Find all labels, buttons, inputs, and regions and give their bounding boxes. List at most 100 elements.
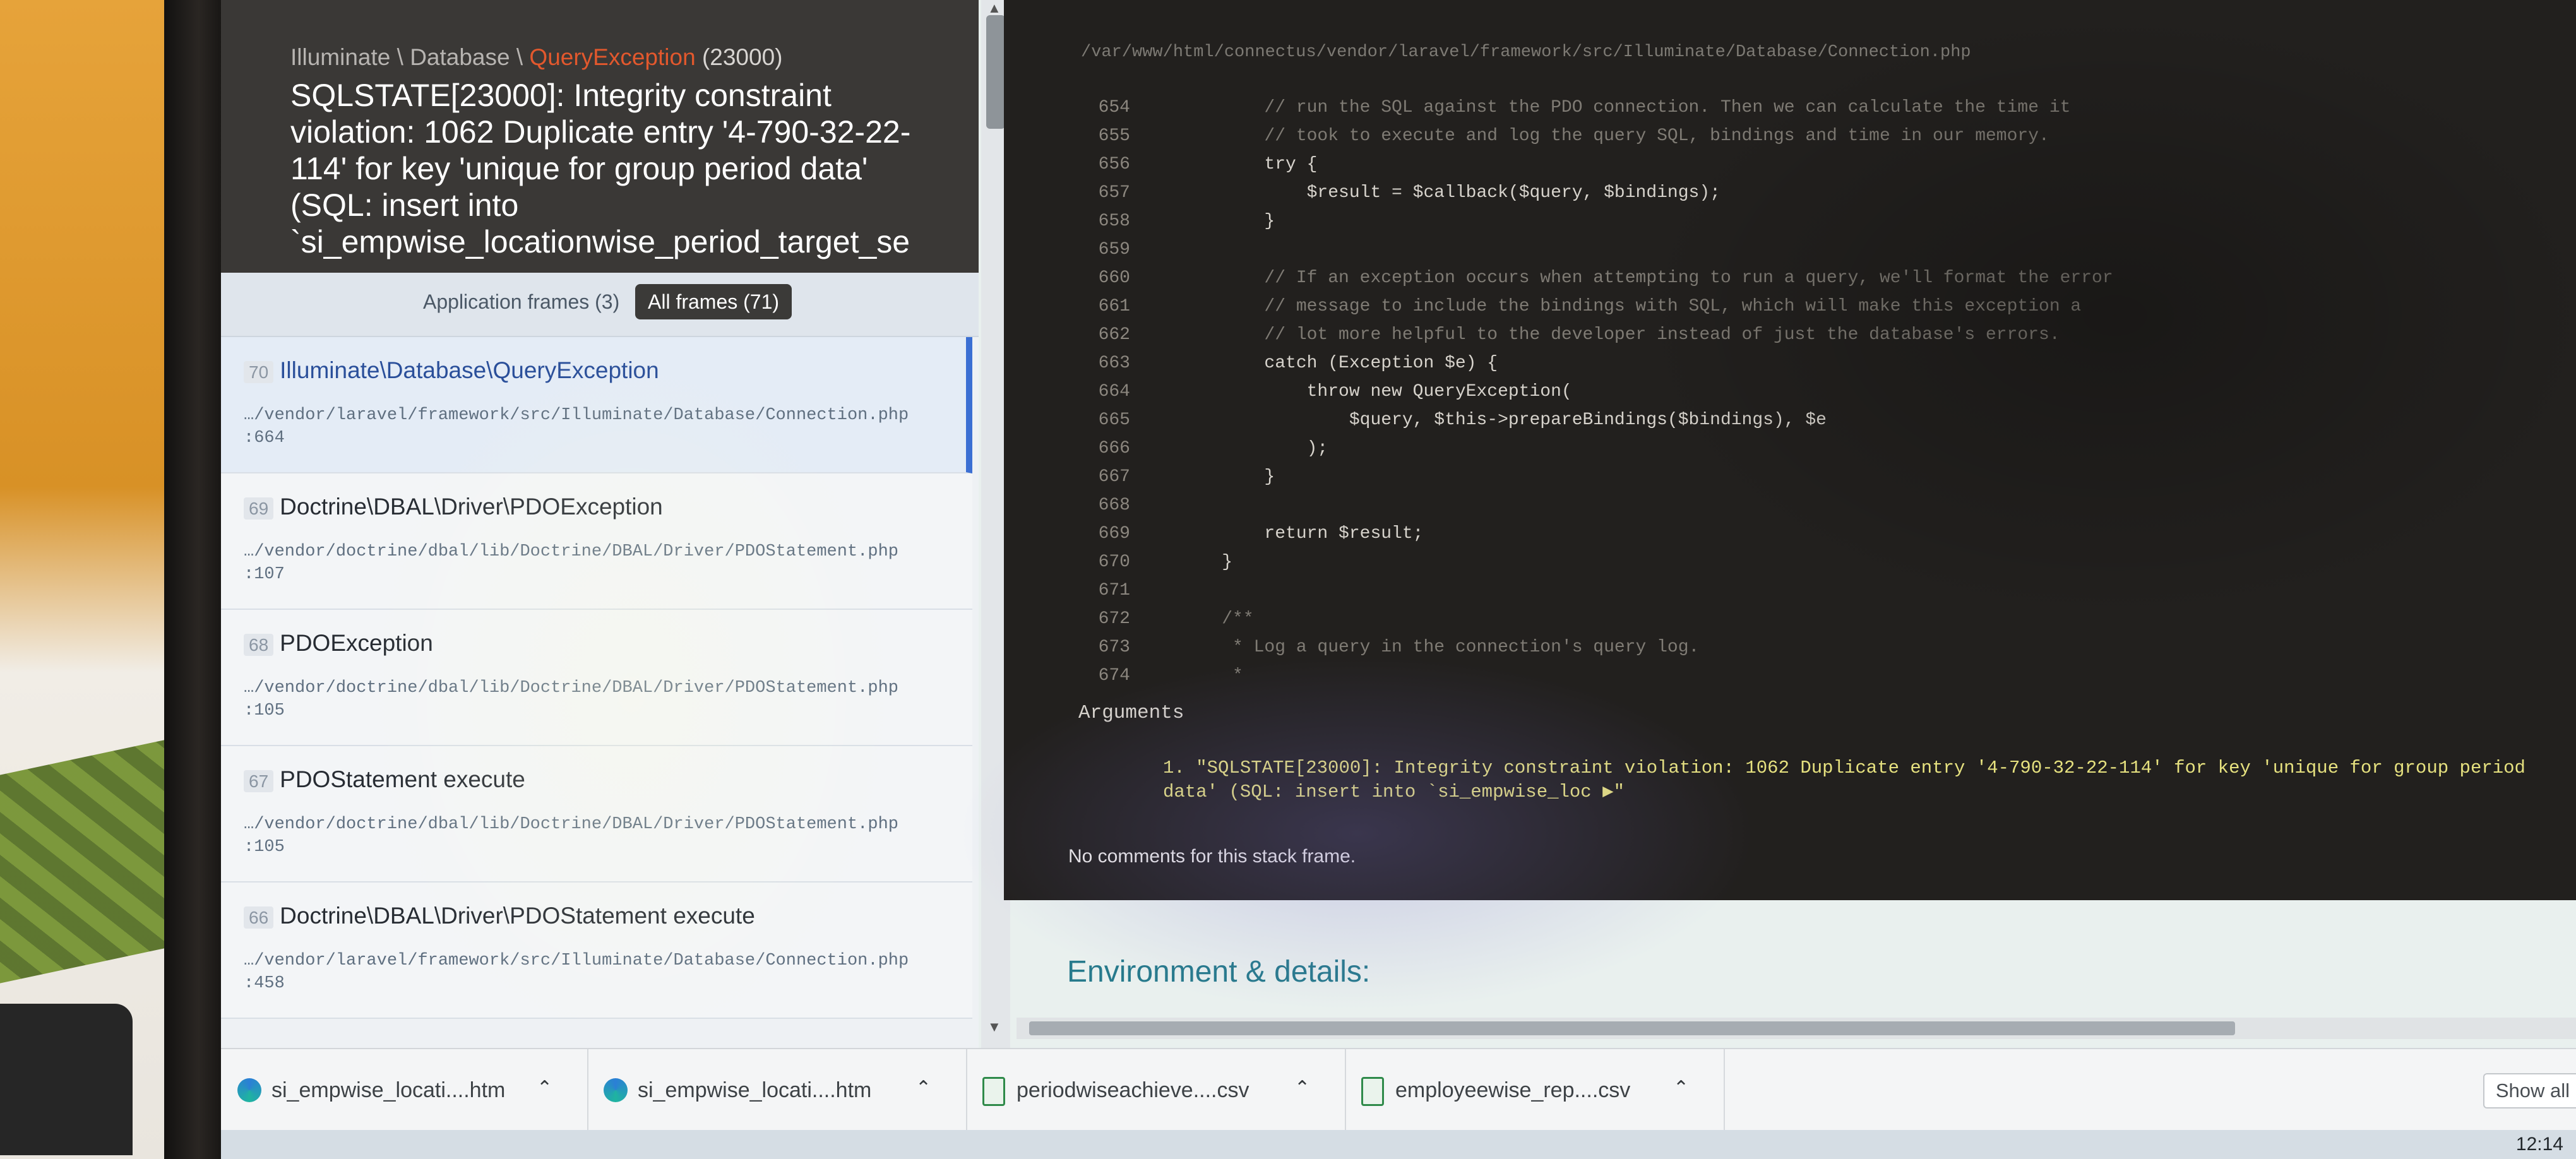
- csv-file-icon: [982, 1077, 1005, 1106]
- clock: 12:14: [2515, 1134, 2563, 1155]
- exception-message: SQLSTATE[23000]: Integrity constraint vi…: [290, 78, 911, 259]
- show-all-button[interactable]: Show all: [2483, 1073, 2576, 1108]
- frame-number: 66: [244, 906, 274, 929]
- download-filename: si_empwise_locati....htm: [271, 1078, 506, 1102]
- frame-list: 70 Illuminate\Database\QueryException …/v…: [221, 337, 972, 1019]
- frame-file: …/vendor/laravel/framework/src/Illuminat…: [244, 404, 951, 449]
- frame-title: 69 Doctrine\DBAL\Driver\PDOException: [244, 494, 663, 520]
- frame-file-path: …/vendor/laravel/framework/src/Illuminat…: [244, 951, 909, 970]
- code-line: 668: [1004, 491, 2576, 520]
- desk-device: [0, 1004, 133, 1155]
- download-item[interactable]: employeewise_rep....csv ⌃: [1345, 1049, 1725, 1131]
- code-line-text: return $result;: [1179, 524, 1424, 544]
- code-line-number: 666: [1098, 439, 1130, 458]
- code-line: 657 $result = $callback($query, $binding…: [1004, 179, 2576, 207]
- frame-class: Illuminate\Database\QueryException: [280, 357, 659, 383]
- code-line-number: 660: [1098, 268, 1130, 288]
- download-filename: periodwiseachieve....csv: [1017, 1078, 1249, 1102]
- chevron-up-icon[interactable]: ⌃: [1673, 1077, 1689, 1099]
- chevron-up-icon[interactable]: ⌃: [537, 1077, 552, 1099]
- frame-filter-tabs: Application frames (3) All frames (71): [221, 273, 979, 337]
- code-line-text: // If an exception occurs when attemptin…: [1179, 268, 2113, 288]
- frame-line-number: :105: [244, 838, 285, 857]
- taskbar: 12:14: [221, 1130, 2576, 1159]
- code-line-number: 667: [1098, 467, 1130, 487]
- code-line-text: // lot more helpful to the developer ins…: [1179, 325, 2060, 345]
- code-line-number: 663: [1098, 354, 1130, 373]
- code-line-number: 661: [1098, 297, 1130, 316]
- tab-application-frames[interactable]: Application frames (3): [423, 290, 619, 314]
- code-line-number: 670: [1098, 552, 1130, 572]
- frame-line-number: :105: [244, 701, 285, 720]
- download-item[interactable]: si_empwise_locati....htm ⌃: [221, 1049, 588, 1131]
- argument-text: "SQLSTATE[23000]: Integrity constraint v…: [1163, 758, 2525, 802]
- frame-file: …/vendor/doctrine/dbal/lib/Doctrine/DBAL…: [244, 540, 951, 586]
- chevron-up-icon[interactable]: ⌃: [1294, 1077, 1310, 1099]
- environment-heading: Environment & details:: [1067, 955, 1371, 989]
- frame-file-path: …/vendor/laravel/framework/src/Illuminat…: [244, 406, 909, 425]
- code-line-number: 664: [1098, 382, 1130, 401]
- code-line-text: // message to include the bindings with …: [1179, 297, 2082, 316]
- horizontal-scrollbar[interactable]: [1017, 1018, 2576, 1039]
- frame-item[interactable]: 69 Doctrine\DBAL\Driver\PDOException …/ve…: [221, 473, 972, 610]
- scroll-up-icon[interactable]: ▲: [987, 0, 1001, 16]
- exception-header: Illuminate \ Database \ QueryException (…: [221, 0, 979, 273]
- csv-file-icon: [1361, 1077, 1384, 1106]
- code-line: 671: [1004, 576, 2576, 605]
- code-line-number: 655: [1098, 126, 1130, 146]
- code-line-text: }: [1179, 467, 1275, 487]
- scrollbar-thumb[interactable]: [986, 15, 1005, 129]
- code-line: 659: [1004, 235, 2576, 264]
- edge-icon: [604, 1078, 628, 1102]
- code-file-path: /var/www/html/connectus/vendor/laravel/f…: [1081, 43, 1971, 62]
- frame-number: 70: [244, 361, 274, 383]
- code-line: 661 // message to include the bindings w…: [1004, 292, 2576, 321]
- frame-file-path: …/vendor/doctrine/dbal/lib/Doctrine/DBAL…: [244, 679, 898, 698]
- frame-item[interactable]: 68 PDOException …/vendor/doctrine/dbal/li…: [221, 610, 972, 746]
- code-line: 670 }: [1004, 548, 2576, 576]
- laptop-bezel: [164, 0, 221, 1159]
- downloads-bar: si_empwise_locati....htm ⌃ si_empwise_lo…: [221, 1048, 2576, 1131]
- code-line-number: 662: [1098, 325, 1130, 345]
- desk-background: [0, 0, 189, 1159]
- horizontal-scrollbar-thumb[interactable]: [1029, 1021, 2235, 1035]
- frame-item[interactable]: 67 PDOStatement execute …/vendor/doctrine…: [221, 746, 972, 883]
- code-line: 666 );: [1004, 434, 2576, 463]
- exception-code: (23000): [701, 44, 783, 70]
- frame-item[interactable]: 66 Doctrine\DBAL\Driver\PDOStatement exec…: [221, 883, 972, 1019]
- code-line: 654 // run the SQL against the PDO conne…: [1004, 93, 2576, 122]
- code-line-number: 668: [1098, 496, 1130, 515]
- frame-file: …/vendor/doctrine/dbal/lib/Doctrine/DBAL…: [244, 677, 951, 722]
- code-line-number: 671: [1098, 581, 1130, 600]
- frame-file: …/vendor/doctrine/dbal/lib/Doctrine/DBAL…: [244, 813, 951, 859]
- code-line-number: 657: [1098, 183, 1130, 203]
- argument-value[interactable]: 1. "SQLSTATE[23000]: Integrity constrain…: [1163, 756, 2552, 804]
- code-line: 674 *: [1004, 662, 2576, 690]
- arguments-label: Arguments: [1078, 702, 1184, 724]
- download-item[interactable]: periodwiseachieve....csv ⌃: [966, 1049, 1346, 1131]
- desk-mat: [0, 740, 164, 984]
- frame-item[interactable]: 70 Illuminate\Database\QueryException …/v…: [221, 337, 972, 473]
- download-item[interactable]: si_empwise_locati....htm ⌃: [587, 1049, 967, 1131]
- frame-number: 68: [244, 634, 274, 656]
- code-line: 669 return $result;: [1004, 520, 2576, 548]
- edge-icon: [237, 1078, 261, 1102]
- code-line-text: /**: [1179, 609, 1254, 629]
- download-filename: si_empwise_locati....htm: [638, 1078, 872, 1102]
- code-line-text: $result = $callback($query, $bindings);: [1179, 183, 1720, 203]
- exception-class: QueryException: [529, 44, 696, 70]
- chevron-up-icon[interactable]: ⌃: [915, 1077, 931, 1099]
- frame-file-path: …/vendor/doctrine/dbal/lib/Doctrine/DBAL…: [244, 542, 898, 561]
- laptop-screen: Illuminate \ Database \ QueryException (…: [221, 0, 2576, 1159]
- frame-line-number: :107: [244, 565, 285, 584]
- scroll-down-icon[interactable]: ▼: [987, 1019, 1001, 1035]
- no-comments-note: No comments for this stack frame.: [1068, 846, 1356, 867]
- code-line-number: 673: [1098, 638, 1130, 657]
- code-line: 672 /**: [1004, 605, 2576, 633]
- code-line-number: 659: [1098, 240, 1130, 259]
- code-line-text: throw new QueryException(: [1179, 382, 1572, 401]
- code-line-number: 669: [1098, 524, 1130, 544]
- tab-all-frames[interactable]: All frames (71): [635, 284, 792, 319]
- code-line-text: $query, $this->prepareBindings($bindings…: [1179, 410, 1827, 430]
- code-line: 658 }: [1004, 207, 2576, 235]
